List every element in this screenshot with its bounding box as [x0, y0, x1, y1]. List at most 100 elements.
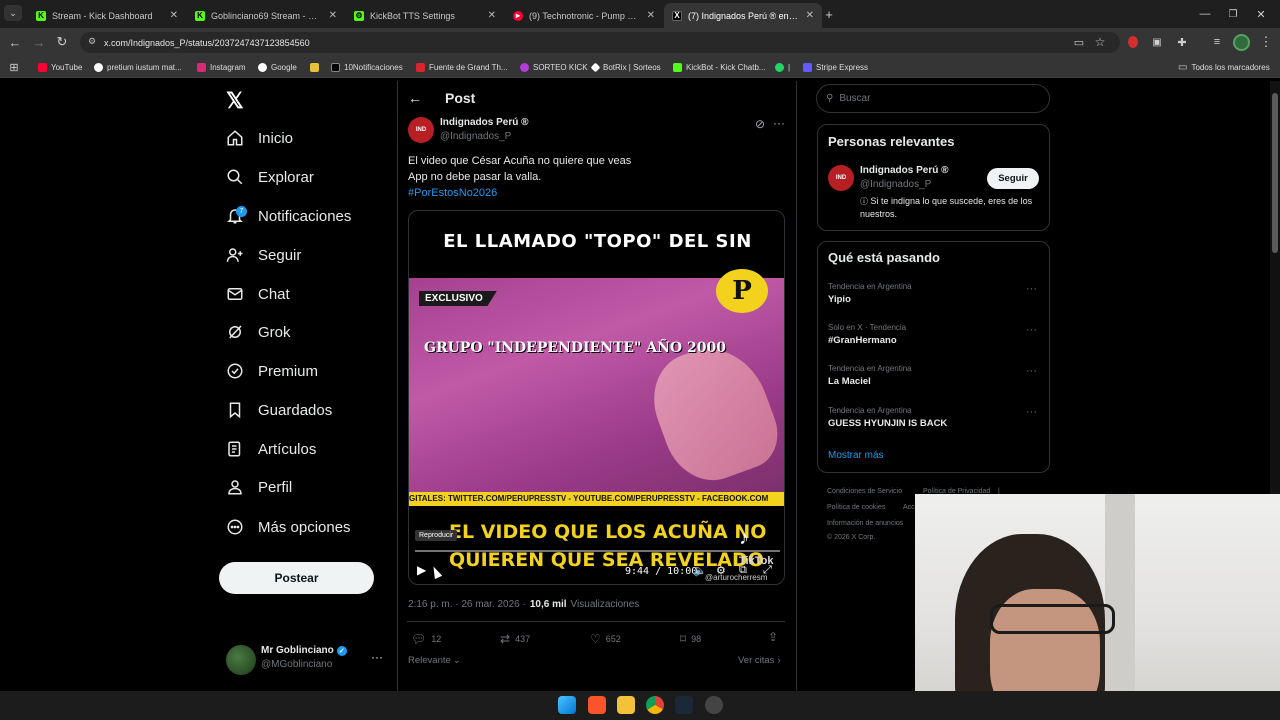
steam-icon[interactable]	[675, 696, 693, 714]
forward-icon[interactable]: →	[30, 33, 48, 51]
nav-follow[interactable]: Seguir	[226, 240, 301, 270]
bookmark-instagram[interactable]: Instagram	[197, 59, 246, 75]
trend-more-icon[interactable]: ···	[1026, 283, 1037, 295]
close-window-button[interactable]: ✕	[1252, 5, 1270, 23]
reload-icon[interactable]: ↻	[53, 33, 71, 51]
tab-kickbot-tts[interactable]: ⚙ KickBot TTS Settings ✕	[346, 3, 504, 28]
nav-notifications[interactable]: Notificaciones	[226, 201, 351, 231]
cast-icon[interactable]: ▭	[1070, 33, 1088, 51]
grok-explain-icon[interactable]: ⊘	[755, 117, 765, 131]
brave-icon[interactable]	[588, 696, 606, 714]
nav-explore[interactable]: Explorar	[226, 162, 314, 192]
x-logo-icon[interactable]: 𝕏	[226, 88, 244, 114]
nav-more-options[interactable]: Más opciones	[226, 512, 351, 542]
bookmark-sorteo-kick[interactable]: SORTEO KICK	[520, 59, 588, 75]
account-more-icon[interactable]: ···	[371, 650, 383, 664]
tab-goblinciano-stream[interactable]: K Goblinciano69 Stream - Watch ✕	[187, 3, 345, 28]
extensions-puzzle-icon[interactable]: ✚	[1173, 33, 1191, 51]
maximize-button[interactable]: ❐	[1224, 5, 1242, 23]
minimize-button[interactable]: —	[1196, 5, 1214, 23]
nav-articles[interactable]: Artículos	[226, 434, 316, 464]
bookmark-whatsapp[interactable]: |	[775, 59, 790, 75]
bookmark-youtube[interactable]: YouTube	[38, 59, 82, 75]
trend-1-name[interactable]: Yipio	[828, 294, 851, 305]
nav-bookmarks[interactable]: Guardados	[226, 395, 332, 425]
bookmark-stripe[interactable]: Stripe Express	[803, 59, 868, 75]
back-icon[interactable]: ←	[6, 33, 24, 51]
relevant-avatar[interactable]: IND	[828, 165, 854, 191]
extension-icon[interactable]: ▣	[1148, 33, 1166, 51]
show-more-link[interactable]: Mostrar más	[828, 450, 884, 461]
close-tab-icon[interactable]: ✕	[647, 10, 655, 21]
trend-more-icon[interactable]: ···	[1026, 406, 1037, 418]
reply-button[interactable]: 💬︎ 12	[411, 632, 441, 646]
profile-avatar-icon[interactable]	[1233, 34, 1250, 51]
scrollbar-thumb[interactable]	[1272, 93, 1278, 253]
file-explorer-icon[interactable]	[617, 696, 635, 714]
windows-start-icon[interactable]	[558, 696, 576, 714]
trend-2-name[interactable]: #GranHermano	[828, 335, 897, 346]
nav-profile[interactable]: Perfil	[226, 472, 292, 502]
play-icon[interactable]: ▶	[417, 563, 426, 577]
tab-indignados-active[interactable]: X (7) Indignados Perú ® en X: "El ✕	[664, 3, 822, 28]
author-avatar[interactable]: IND	[408, 117, 434, 143]
trend-more-icon[interactable]: ···	[1026, 324, 1037, 336]
share-icon[interactable]: ⇪	[768, 630, 778, 644]
bookmark-botrix[interactable]: BotRix | Sorteos	[590, 59, 661, 75]
tab-technotronic[interactable]: ▸ (9) Technotronic - Pump Up The ✕	[505, 3, 663, 28]
follow-button[interactable]: Seguir	[987, 168, 1039, 189]
close-tab-icon[interactable]: ✕	[806, 10, 814, 21]
account-name-row[interactable]: Mr Goblinciano ✓	[261, 645, 347, 656]
trend-3-name[interactable]: La Maciel	[828, 376, 871, 387]
footer-accessibility[interactable]: Acc	[903, 504, 915, 511]
bookmark-fuente-gta[interactable]: Fuente de Grand Th...	[416, 59, 508, 75]
view-quotes-link[interactable]: Ver citas ›	[738, 655, 781, 666]
site-info-icon[interactable]: ⚙	[88, 36, 96, 47]
bookmark-all-folder[interactable]: ▭ Todos los marcadores	[1178, 59, 1270, 75]
author-handle[interactable]: @Indignados_P	[440, 131, 511, 142]
bookmark-pretium[interactable]: pretium iustum mat...	[94, 59, 182, 75]
trend-more-icon[interactable]: ···	[1026, 365, 1037, 377]
relevant-name[interactable]: Indignados Perú ®	[860, 165, 949, 176]
repost-button[interactable]: ⇄ 437	[500, 632, 530, 646]
footer-ads-info[interactable]: Información de anuncios	[827, 520, 903, 527]
close-tab-icon[interactable]: ✕	[488, 10, 496, 21]
video-player[interactable]: EL LLAMADO "TOPO" DEL SIN EXCLUSIVO P GR…	[408, 210, 785, 585]
browser-menu-icon[interactable]: ⋮	[1257, 33, 1275, 51]
back-arrow-icon[interactable]: ←	[408, 90, 422, 106]
close-tab-icon[interactable]: ✕	[170, 10, 178, 21]
search-box[interactable]: ⚲ Buscar	[816, 84, 1050, 113]
apps-grid-icon[interactable]: ⊞	[5, 58, 23, 76]
post-hashtag[interactable]: #PorEstosNo2026	[408, 187, 497, 199]
like-button[interactable]: ♡ 652	[590, 632, 621, 646]
account-avatar[interactable]	[226, 645, 256, 675]
relevant-handle[interactable]: @Indignados_P	[860, 179, 931, 190]
app-icon[interactable]	[705, 696, 723, 714]
chrome-icon[interactable]	[646, 696, 664, 714]
footer-cookies[interactable]: Política de cookies	[827, 504, 885, 511]
bookmark-button[interactable]: ⌑ 98	[680, 632, 701, 646]
bookmark-google[interactable]: Google	[258, 59, 297, 75]
video-progress-track[interactable]	[415, 550, 780, 552]
bookmark-10notificaciones[interactable]: 10Notificaciones	[331, 59, 403, 75]
tab-search-button[interactable]: ⌄	[4, 5, 22, 21]
nav-premium[interactable]: Premium	[226, 356, 318, 386]
url-bar[interactable]: ⚙ x.com/Indignados_P/status/203724743712…	[80, 32, 1120, 53]
author-name[interactable]: Indignados Perú ®	[440, 117, 529, 128]
close-tab-icon[interactable]: ✕	[329, 10, 337, 21]
trend-4-name[interactable]: GUESS HYUNJIN IS BACK	[828, 418, 947, 429]
bookmark-star-icon[interactable]: ☆	[1091, 33, 1109, 51]
post-button[interactable]: Postear	[219, 562, 374, 594]
bookmark-pinwheel[interactable]	[310, 59, 319, 75]
post-more-icon[interactable]: ···	[773, 116, 785, 130]
tab-kick-dashboard[interactable]: K Stream - Kick Dashboard ✕	[28, 3, 186, 28]
new-tab-button[interactable]: +	[820, 5, 838, 23]
reading-list-icon[interactable]: ≡	[1208, 33, 1226, 51]
bookmark-kickbot[interactable]: KickBot - Kick Chatb...	[673, 59, 766, 75]
sort-relevance-dropdown[interactable]: Relevante ⌄	[408, 655, 461, 666]
nav-grok[interactable]: Grok	[226, 317, 291, 347]
footer-terms[interactable]: Condiciones de Servicio	[827, 488, 902, 495]
search-input[interactable]: Buscar	[839, 93, 870, 104]
extension-record-icon[interactable]	[1128, 36, 1138, 48]
nav-home[interactable]: Inicio	[226, 123, 293, 153]
